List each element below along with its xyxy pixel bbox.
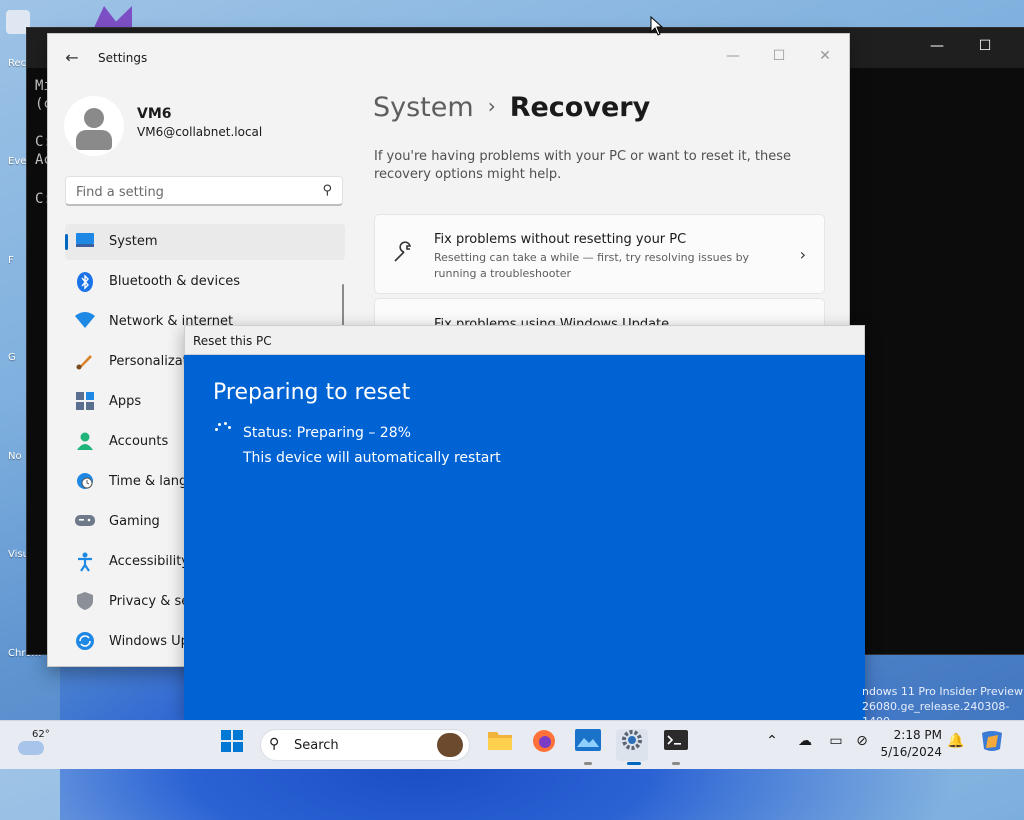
person-icon xyxy=(75,432,95,452)
user-profile[interactable]: VM6 VM6@collabnet.local xyxy=(64,90,344,160)
desktop-label-recycle: Rec xyxy=(8,58,27,69)
desktop-label-g: G xyxy=(8,352,16,363)
sidebar-item-label: System xyxy=(109,234,158,249)
monitor-icon xyxy=(75,232,95,252)
card-title: Fix problems without resetting your PC xyxy=(434,232,687,247)
fix-without-reset-card[interactable]: Fix problems without resetting your PC R… xyxy=(374,214,825,294)
network-icon[interactable]: ⊘ xyxy=(852,733,872,749)
wrench-icon xyxy=(393,241,415,268)
brush-icon xyxy=(75,352,95,372)
restart-notice: This device will automatically restart xyxy=(243,450,501,466)
sidebar-item-label: Apps xyxy=(109,394,142,409)
reset-dialog-titlebar[interactable]: Reset this PC xyxy=(184,325,865,355)
avatar-head-icon xyxy=(84,108,104,128)
gear-icon xyxy=(622,730,642,750)
firefox-icon xyxy=(533,730,555,752)
sidebar-item-system[interactable]: System xyxy=(65,224,345,260)
reset-dialog-body: Preparing to reset Status: Preparing – 2… xyxy=(184,355,865,720)
copilot-icon xyxy=(982,731,1002,751)
clock-date[interactable]: 5/16/2024 xyxy=(880,745,942,759)
start-button[interactable] xyxy=(216,729,248,761)
desktop-label-notepad: No xyxy=(8,451,22,462)
terminal-maximize-button[interactable]: ☐ xyxy=(970,38,1000,54)
terminal-icon xyxy=(664,730,688,750)
avatar[interactable] xyxy=(64,96,124,156)
sidebar-item-label: Accessibility xyxy=(109,554,189,569)
spinner-icon xyxy=(215,422,231,438)
page-description: If you're having problems with your PC o… xyxy=(374,149,791,182)
search-icon: ⚲ xyxy=(269,736,280,752)
wifi-icon xyxy=(75,312,95,332)
sidebar-item-label: Gaming xyxy=(109,514,160,529)
close-button[interactable]: ✕ xyxy=(805,42,845,70)
chevron-up-icon[interactable]: ⌃ xyxy=(762,733,782,749)
sidebar-item-bluetooth[interactable]: Bluetooth & devices xyxy=(65,264,345,300)
copilot-button[interactable] xyxy=(976,729,1008,761)
sidebar-item-label: Bluetooth & devices xyxy=(109,274,240,289)
search-input[interactable] xyxy=(74,181,308,203)
back-button[interactable]: ← xyxy=(62,48,82,68)
desktop-label-f: F xyxy=(8,255,14,266)
clock-time[interactable]: 2:18 PM xyxy=(888,728,942,742)
photos-icon xyxy=(575,729,601,751)
settings-taskbar-button[interactable] xyxy=(616,729,648,761)
search-highlight-icon xyxy=(437,733,463,757)
firefox-button[interactable] xyxy=(528,729,560,761)
cloud-offline-icon[interactable]: ☁ xyxy=(795,733,815,749)
breadcrumb-parent[interactable]: System xyxy=(373,92,474,123)
user-email: VM6@collabnet.local xyxy=(137,125,263,139)
apps-icon xyxy=(75,392,95,412)
gamepad-icon xyxy=(75,512,95,532)
watermark-line: ndows 11 Pro Insider Preview xyxy=(862,685,1023,698)
display-icon[interactable]: ▭ xyxy=(826,733,846,749)
weather-widget[interactable]: 62° xyxy=(18,729,58,761)
avatar-body-icon xyxy=(76,130,112,150)
taskbar: 62° ⚲ Search ⌃ ☁ ▭ ⊘ 2:18 PM 5/16/2024 🔔 xyxy=(0,720,1024,769)
file-explorer-button[interactable] xyxy=(484,729,516,761)
reset-this-pc-dialog[interactable]: Reset this PC Preparing to reset Status:… xyxy=(184,325,865,720)
minimize-button[interactable]: — xyxy=(713,42,753,70)
breadcrumb-separator-icon: › xyxy=(487,94,496,118)
windows-logo-icon xyxy=(221,730,243,752)
app-title: Settings xyxy=(98,51,148,65)
active-indicator xyxy=(627,762,641,765)
taskbar-search[interactable]: ⚲ Search xyxy=(260,729,470,761)
mouse-cursor-icon xyxy=(650,16,664,36)
search-box[interactable]: ⚲ xyxy=(65,176,343,206)
desktop-label-event: Eve xyxy=(8,156,27,167)
terminal-minimize-button[interactable]: — xyxy=(922,38,952,54)
bell-icon[interactable]: 🔔 xyxy=(946,733,966,749)
sidebar-scrollbar[interactable] xyxy=(342,284,344,330)
taskbar-search-label: Search xyxy=(294,738,339,753)
reset-heading: Preparing to reset xyxy=(213,380,411,405)
chevron-right-icon: › xyxy=(799,245,806,264)
clock-globe-icon xyxy=(75,472,95,492)
page-title: Recovery xyxy=(509,92,651,123)
bluetooth-icon xyxy=(75,272,95,292)
folder-icon xyxy=(488,732,512,750)
photos-button[interactable] xyxy=(572,729,604,761)
reset-dialog-title: Reset this PC xyxy=(193,334,272,348)
reset-status: Status: Preparing – 28% xyxy=(243,425,411,441)
running-indicator xyxy=(672,762,680,765)
search-icon[interactable]: ⚲ xyxy=(322,183,332,198)
settings-titlebar[interactable]: ← Settings — ☐ ✕ xyxy=(48,34,849,82)
breadcrumb: System › Recovery xyxy=(373,92,650,123)
terminal-taskbar-button[interactable] xyxy=(660,729,692,761)
cloud-icon xyxy=(18,741,44,755)
weather-temp: 62° xyxy=(32,729,50,740)
sidebar-item-label: Accounts xyxy=(109,434,169,449)
running-indicator xyxy=(584,762,592,765)
update-icon xyxy=(75,632,95,652)
user-name: VM6 xyxy=(137,106,172,122)
shield-icon xyxy=(75,592,95,612)
maximize-button[interactable]: ☐ xyxy=(759,42,799,70)
accessibility-icon xyxy=(75,552,95,572)
card-subtitle: Resetting can take a while — first, try … xyxy=(434,251,750,280)
